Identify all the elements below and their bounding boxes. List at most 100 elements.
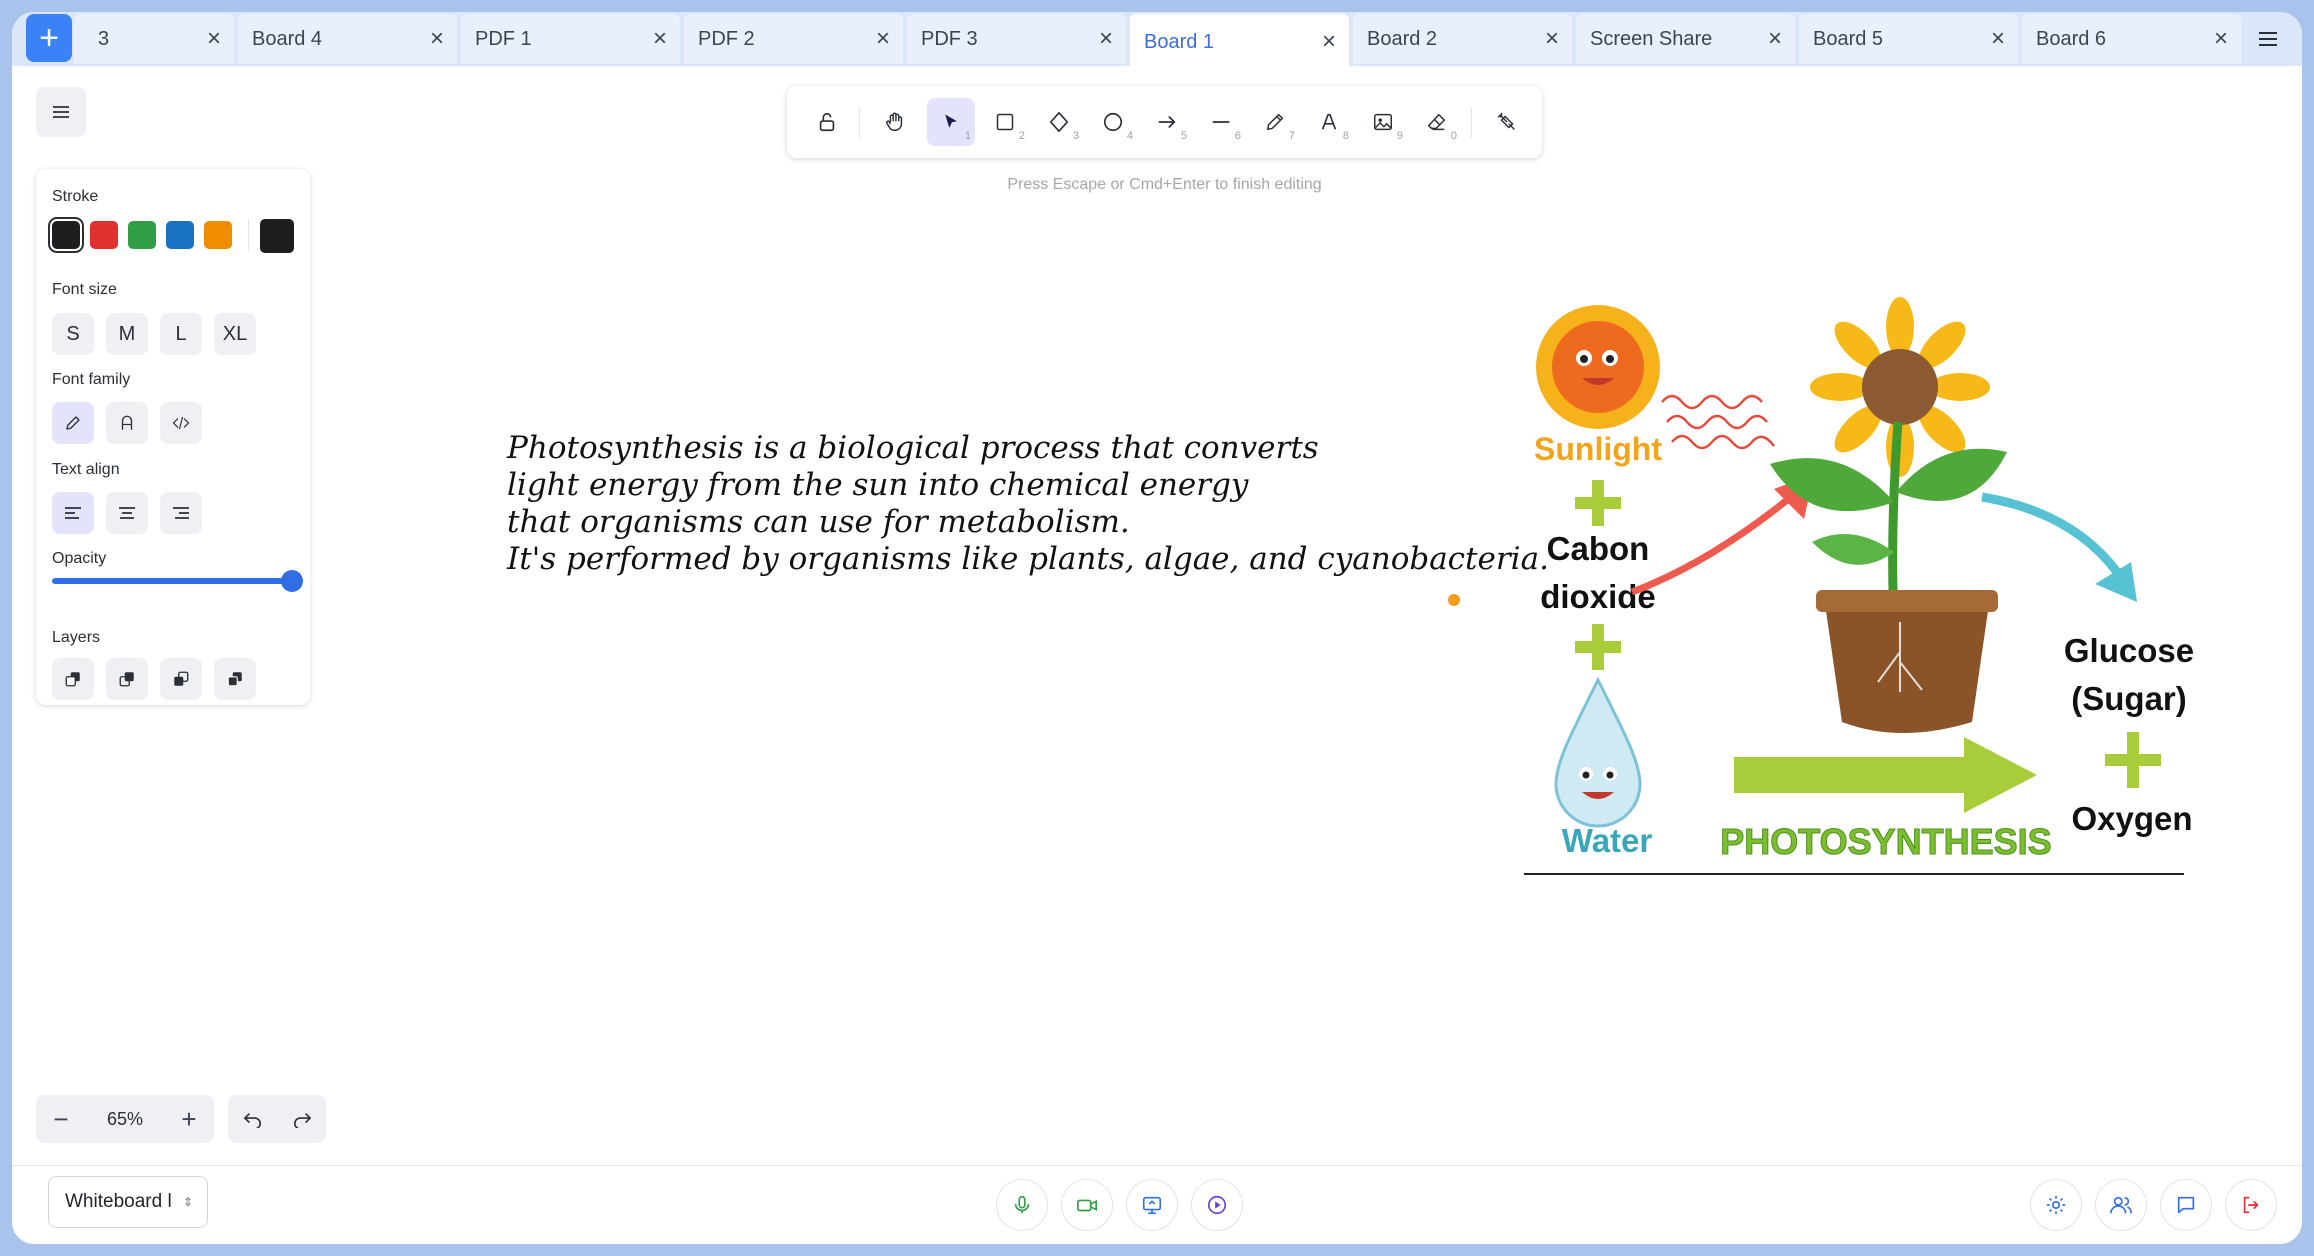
lock-tool[interactable] [803, 98, 851, 146]
shortcut-key: 0 [1450, 130, 1457, 142]
pencil-icon [66, 416, 80, 430]
camera-button[interactable] [1061, 1179, 1113, 1231]
tab[interactable]: Board 4 × [238, 14, 457, 64]
undo-icon[interactable] [242, 1110, 264, 1128]
board-select-value: Whiteboard l [65, 1191, 172, 1212]
tab[interactable]: Board 6 × [2022, 14, 2241, 64]
main-menu-button[interactable] [36, 87, 86, 137]
send-backward-button[interactable] [106, 658, 148, 700]
font-size-xl[interactable]: XL [214, 313, 256, 355]
sunflower-plant-icon [1770, 297, 2007, 733]
line-tool[interactable]: 6 [1197, 98, 1245, 146]
stroke-color-red[interactable] [90, 221, 118, 249]
text-align-label: Text align [52, 461, 120, 478]
add-tab-button[interactable]: + [26, 14, 72, 62]
font-size-l[interactable]: L [160, 313, 202, 355]
shortcut-key: 2 [1018, 130, 1025, 142]
diamond-tool[interactable]: 3 [1035, 98, 1083, 146]
mic-button[interactable] [996, 1179, 1048, 1231]
arrow-icon [1158, 115, 1176, 129]
hand-tool[interactable] [871, 98, 919, 146]
close-icon[interactable]: × [1309, 28, 1349, 56]
rectangle-tool[interactable]: 2 [981, 98, 1029, 146]
select-caret-icon: ⇕ [182, 1195, 193, 1209]
stroke-color-green[interactable] [128, 221, 156, 249]
tab[interactable]: PDF 1 × [461, 14, 680, 64]
tab[interactable]: Board 2 × [1353, 14, 1572, 64]
align-left-button[interactable] [52, 492, 94, 534]
tab[interactable]: 3 × [74, 14, 234, 64]
record-button[interactable] [1191, 1179, 1243, 1231]
close-icon[interactable]: × [2201, 25, 2241, 53]
zoom-in-button[interactable]: + [164, 1104, 214, 1135]
board-select[interactable]: Whiteboard l ⇕ [48, 1176, 208, 1228]
tab-active[interactable]: Board 1 × [1130, 14, 1349, 70]
zoom-level[interactable]: 65% [86, 1109, 164, 1130]
tab[interactable]: Screen Share × [1576, 14, 1795, 64]
hand-icon [886, 112, 903, 131]
tab-label: Board 4 [252, 27, 323, 50]
zoom-out-button[interactable]: − [36, 1104, 86, 1135]
chat-button[interactable] [2160, 1179, 2212, 1231]
opacity-slider[interactable] [52, 578, 292, 584]
font-family-code[interactable] [160, 402, 202, 444]
settings-icon [2046, 1195, 2066, 1215]
laser-icon [1497, 112, 1515, 130]
pencil-tool[interactable]: 7 [1251, 98, 1299, 146]
ellipse-tool[interactable]: 4 [1089, 98, 1137, 146]
hamburger-menu-icon[interactable] [2248, 22, 2288, 56]
code-icon [172, 416, 190, 430]
close-icon[interactable]: × [1532, 25, 1572, 53]
opacity-slider-thumb[interactable] [281, 570, 303, 592]
lock-icon [819, 112, 835, 132]
tab-label: Board 6 [2036, 27, 2107, 50]
align-center-button[interactable] [106, 492, 148, 534]
canvas-text-element[interactable]: Photosynthesis is a biological process t… [507, 430, 1549, 578]
sun-icon [1536, 305, 1660, 429]
bring-to-front-button[interactable] [214, 658, 256, 700]
plus-sign [2105, 732, 2161, 788]
shortcut-key: 3 [1072, 130, 1079, 142]
send-to-back-icon [65, 672, 80, 687]
send-to-back-button[interactable] [52, 658, 94, 700]
eraser-tool[interactable]: 0 [1413, 98, 1461, 146]
plus-sign [1575, 624, 1621, 670]
stroke-color-blue[interactable] [166, 221, 194, 249]
close-icon[interactable]: × [640, 25, 680, 53]
arrow-tool[interactable]: 5 [1143, 98, 1191, 146]
font-size-m[interactable]: M [106, 313, 148, 355]
pointer-icon [945, 114, 957, 128]
settings-button[interactable] [2030, 1179, 2082, 1231]
close-icon[interactable]: × [1086, 25, 1126, 53]
align-right-button[interactable] [160, 492, 202, 534]
current-stroke-color[interactable] [260, 219, 294, 253]
font-family-handwritten[interactable] [52, 402, 94, 444]
tab-bar: + 3 × Board 4 × PDF 1 × PDF 2 × PDF 3 × … [12, 12, 2302, 70]
font-size-s[interactable]: S [52, 313, 94, 355]
stroke-color-black[interactable] [48, 217, 84, 253]
bring-forward-button[interactable] [160, 658, 202, 700]
close-icon[interactable]: × [194, 25, 234, 53]
close-icon[interactable]: × [1978, 25, 2018, 53]
app-window: + 3 × Board 4 × PDF 1 × PDF 2 × PDF 3 × … [12, 12, 2302, 1244]
glucose-label-line2: (Sugar) [2071, 680, 2187, 717]
tab[interactable]: PDF 3 × [907, 14, 1126, 64]
redo-icon[interactable] [291, 1110, 313, 1128]
laser-tool[interactable] [1483, 98, 1531, 146]
image-tool[interactable]: 9 [1359, 98, 1407, 146]
text-tool[interactable]: 8 [1305, 98, 1353, 146]
photosynthesis-diagram-image[interactable]: Sunlight Cabon dioxide Water PHOTOSYNTHE… [1512, 292, 2212, 882]
tab-label: Screen Share [1590, 27, 1713, 50]
close-icon[interactable]: × [863, 25, 903, 53]
tab[interactable]: Board 5 × [1799, 14, 2018, 64]
stroke-color-orange[interactable] [204, 221, 232, 249]
close-icon[interactable]: × [1755, 25, 1795, 53]
font-family-normal[interactable] [106, 402, 148, 444]
tab[interactable]: PDF 2 × [684, 14, 903, 64]
tab-label: Board 1 [1144, 30, 1215, 53]
select-tool[interactable]: 1 [927, 98, 975, 146]
screen-share-button[interactable] [1126, 1179, 1178, 1231]
leave-button[interactable] [2225, 1179, 2277, 1231]
participants-button[interactable] [2095, 1179, 2147, 1231]
close-icon[interactable]: × [417, 25, 457, 53]
